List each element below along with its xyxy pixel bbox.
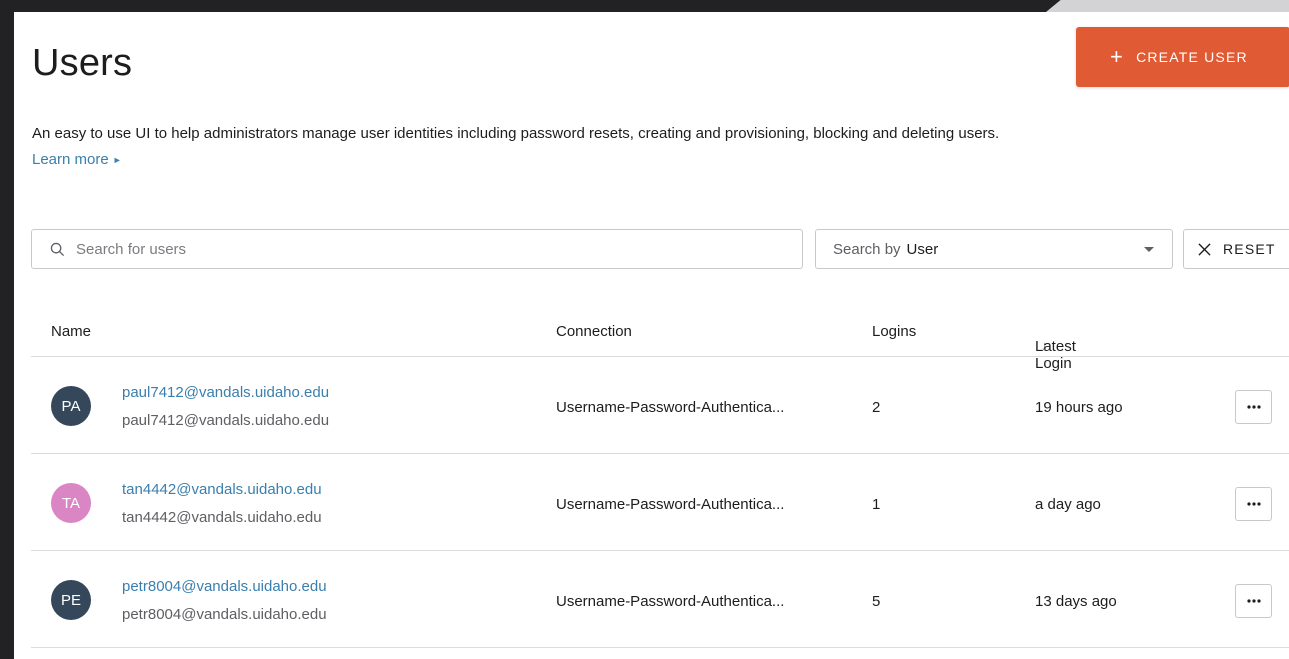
- more-horizontal-icon: [1246, 599, 1261, 603]
- user-latest-login: 13 days ago: [1035, 593, 1117, 610]
- reset-button[interactable]: RESET: [1183, 229, 1289, 269]
- search-by-select[interactable]: Search by User: [815, 229, 1173, 269]
- page-title: Users: [32, 42, 133, 84]
- user-username: petr8004@vandals.uidaho.edu: [122, 606, 327, 623]
- more-horizontal-icon: [1246, 405, 1261, 409]
- user-logins: 5: [872, 593, 881, 610]
- users-table: Name Connection Logins Latest Login ↓ PA …: [31, 308, 1289, 648]
- user-email-link[interactable]: paul7412@vandals.uidaho.edu: [122, 384, 329, 401]
- user-connection: Username-Password-Authentica...: [556, 593, 785, 610]
- search-by-label: Search by: [833, 240, 901, 258]
- row-actions-button[interactable]: [1235, 390, 1272, 424]
- search-input[interactable]: [74, 239, 778, 259]
- caret-down-icon: [1144, 247, 1154, 252]
- create-user-label: CREATE USER: [1136, 49, 1248, 65]
- search-box[interactable]: [31, 229, 803, 269]
- table-row[interactable]: PA paul7412@vandals.uidaho.edu paul7412@…: [31, 357, 1289, 454]
- user-username: paul7412@vandals.uidaho.edu: [122, 412, 330, 429]
- user-logins: 2: [872, 399, 881, 416]
- search-by-value: User: [906, 240, 939, 258]
- avatar: PE: [51, 580, 91, 620]
- column-header-name: Name: [51, 323, 92, 340]
- create-user-button[interactable]: + CREATE USER: [1076, 27, 1289, 87]
- user-logins: 1: [872, 496, 881, 513]
- table-header: Name Connection Logins Latest Login ↓: [31, 308, 1289, 372]
- user-connection: Username-Password-Authentica...: [556, 496, 785, 513]
- user-latest-login: 19 hours ago: [1035, 399, 1123, 416]
- column-header-connection: Connection: [556, 323, 632, 340]
- avatar: PA: [51, 386, 91, 426]
- reset-label: RESET: [1223, 241, 1276, 257]
- more-horizontal-icon: [1246, 502, 1261, 506]
- table-row[interactable]: PE petr8004@vandals.uidaho.edu petr8004@…: [31, 551, 1289, 648]
- user-email-link[interactable]: tan4442@vandals.uidaho.edu: [122, 481, 322, 498]
- avatar: TA: [51, 483, 91, 523]
- browser-tab[interactable]: [1046, 0, 1289, 12]
- row-actions-button[interactable]: [1235, 487, 1272, 521]
- page-description: An easy to use UI to help administrators…: [32, 125, 1000, 142]
- plus-icon: +: [1110, 44, 1125, 69]
- column-header-logins: Logins: [872, 323, 917, 340]
- caret-right-icon: ►: [112, 155, 122, 165]
- learn-more-link[interactable]: Learn more ►: [32, 151, 122, 168]
- table-row[interactable]: TA tan4442@vandals.uidaho.edu tan4442@va…: [31, 454, 1289, 551]
- users-page: Users + CREATE USER An easy to use UI to…: [14, 12, 1289, 659]
- search-icon: [50, 242, 65, 256]
- close-icon: [1198, 242, 1211, 256]
- learn-more-label: Learn more: [32, 151, 109, 168]
- row-actions-button[interactable]: [1235, 584, 1272, 618]
- sort-down-icon: ↓: [1041, 338, 1048, 353]
- user-latest-login: a day ago: [1035, 496, 1101, 513]
- user-email-link[interactable]: petr8004@vandals.uidaho.edu: [122, 578, 327, 595]
- user-username: tan4442@vandals.uidaho.edu: [122, 509, 322, 526]
- user-connection: Username-Password-Authentica...: [556, 399, 785, 416]
